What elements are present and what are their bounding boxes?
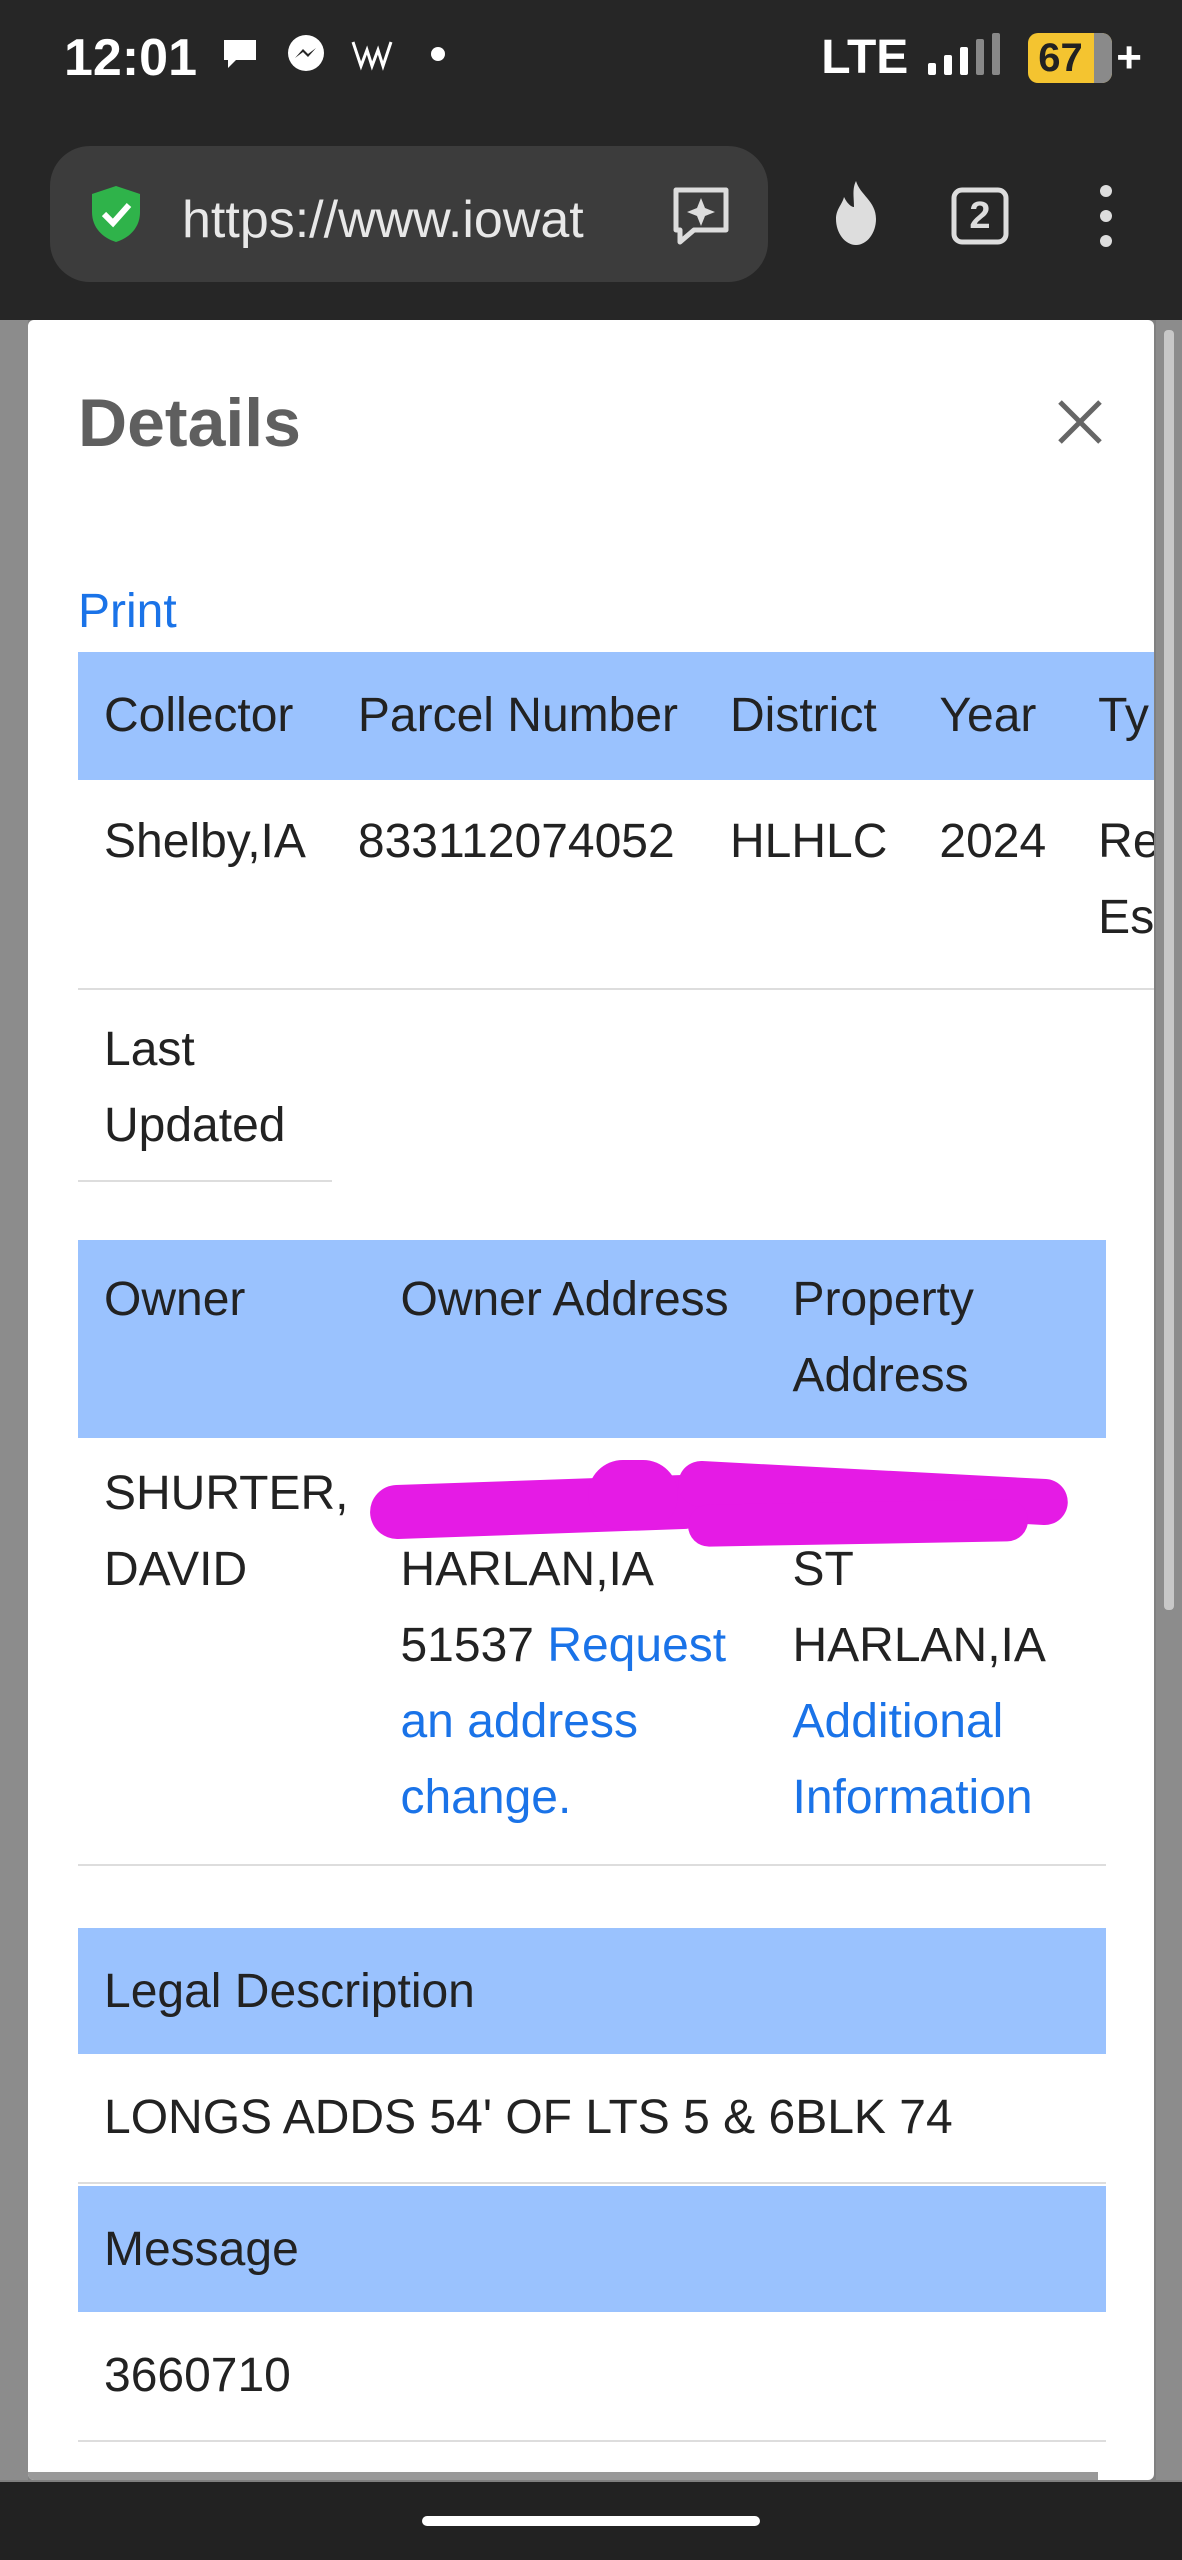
type-line-1: Re bbox=[1098, 815, 1154, 868]
message-header: Message bbox=[78, 2186, 1106, 2312]
col-parcel-number: Parcel Number bbox=[331, 652, 704, 780]
owner-table: Owner Owner Address Property Address SHU… bbox=[78, 1240, 1106, 1866]
redaction-mark bbox=[588, 1460, 678, 1530]
tab-count: 2 bbox=[969, 194, 991, 237]
col-property-address: Property Address bbox=[766, 1240, 1106, 1438]
col-year: Year bbox=[913, 652, 1073, 780]
summary-table: Collector Parcel Number District Year Ty… bbox=[78, 652, 1154, 990]
col-district: District bbox=[704, 652, 914, 780]
modal-title: Details bbox=[78, 385, 301, 461]
summary-header-row: Collector Parcel Number District Year Ty bbox=[78, 652, 1154, 780]
parcel-number-value: 833112074052 bbox=[331, 780, 704, 990]
type-line-2: Es bbox=[1098, 891, 1154, 944]
property-street: ST bbox=[792, 1543, 854, 1596]
col-owner: Owner bbox=[78, 1240, 375, 1438]
owner-value: SHURTER, DAVID bbox=[78, 1438, 375, 1866]
home-gesture-pill[interactable] bbox=[422, 2516, 760, 2526]
messenger-icon bbox=[284, 32, 328, 76]
district-value: HLHLC bbox=[704, 780, 914, 990]
message-value: 3660710 bbox=[78, 2312, 1106, 2442]
page-background-left bbox=[0, 320, 28, 2480]
col-owner-address: Owner Address bbox=[374, 1240, 767, 1438]
browser-toolbar: https://www.iowat 2 bbox=[0, 120, 1182, 320]
table-row: LONGS ADDS 54' OF LTS 5 & 6BLK 74 bbox=[78, 2054, 1106, 2184]
shield-check-icon[interactable] bbox=[84, 182, 148, 246]
status-bar: 12:01 LTE 67 + bbox=[0, 0, 1182, 120]
legal-description-value: LONGS ADDS 54' OF LTS 5 & 6BLK 74 bbox=[78, 2054, 1106, 2184]
url-bar[interactable]: https://www.iowat bbox=[50, 146, 768, 282]
battery-icon: 67 + bbox=[1028, 32, 1142, 83]
table-row: Shelby,IA 833112074052 HLHLC 2024 Re Es bbox=[78, 780, 1154, 990]
message-table: Message 3660710 bbox=[78, 2186, 1106, 2442]
col-type: Ty bbox=[1072, 652, 1154, 780]
status-time: 12:01 bbox=[64, 29, 197, 87]
w-app-icon bbox=[350, 32, 394, 76]
redaction-mark bbox=[687, 1499, 1029, 1547]
collector-value: Shelby,IA bbox=[78, 780, 332, 990]
col-collector: Collector bbox=[78, 652, 332, 780]
legal-description-header: Legal Description bbox=[78, 1928, 1106, 2054]
assistant-sparkle-icon[interactable] bbox=[664, 178, 738, 252]
last-updated-table: Last Updated bbox=[78, 990, 332, 1182]
battery-level: 67 bbox=[1038, 35, 1083, 80]
page-scrollbar[interactable] bbox=[1164, 330, 1174, 1610]
tabs-count-button[interactable]: 2 bbox=[944, 180, 1016, 252]
last-updated-label: Last Updated bbox=[78, 990, 332, 1182]
chat-bubble-icon bbox=[218, 32, 262, 76]
status-right: LTE 67 + bbox=[821, 30, 1142, 85]
details-modal: Details Print Collector Parcel Number Di… bbox=[28, 320, 1154, 2480]
table-row: 3660710 bbox=[78, 2312, 1106, 2442]
dot-icon bbox=[416, 32, 460, 76]
owner-city: HARLAN,IA bbox=[400, 1543, 654, 1596]
notification-icons bbox=[218, 32, 460, 76]
network-label: LTE bbox=[821, 31, 909, 84]
url-text[interactable]: https://www.iowat bbox=[182, 190, 686, 250]
owner-zip: 51537 bbox=[400, 1619, 534, 1672]
owner-header-row: Owner Owner Address Property Address bbox=[78, 1240, 1106, 1438]
type-value: Re Es bbox=[1072, 780, 1154, 990]
close-icon[interactable] bbox=[1050, 392, 1110, 452]
year-value: 2024 bbox=[913, 780, 1073, 990]
additional-information-link[interactable]: Additional Information bbox=[792, 1695, 1032, 1824]
horizontal-scrollbar[interactable] bbox=[28, 2472, 1098, 2480]
legal-description-table: Legal Description LONGS ADDS 54' OF LTS … bbox=[78, 1928, 1106, 2184]
signal-icon bbox=[926, 33, 1010, 82]
print-link[interactable]: Print bbox=[78, 584, 177, 639]
navigation-bar bbox=[0, 2482, 1182, 2560]
property-city: HARLAN,IA bbox=[792, 1619, 1046, 1672]
flame-icon[interactable] bbox=[818, 176, 894, 252]
overflow-menu-icon[interactable] bbox=[1090, 176, 1122, 256]
